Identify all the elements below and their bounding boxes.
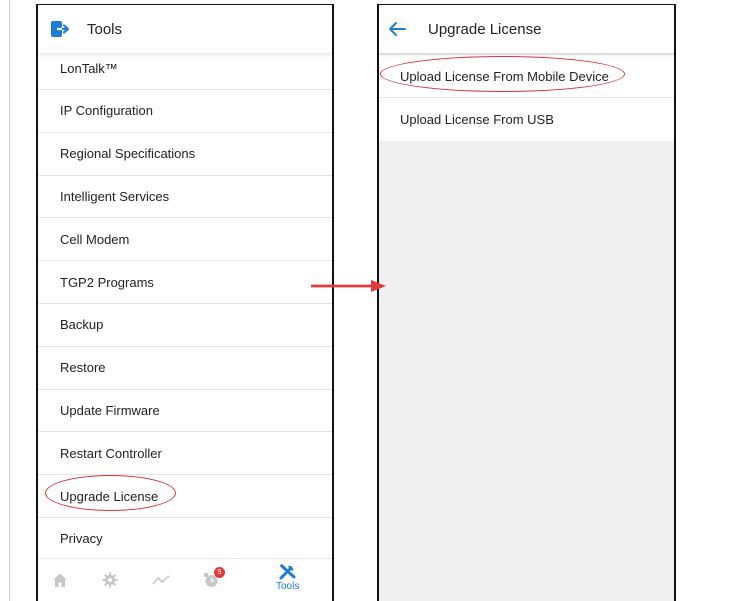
menu-item-restart-controller[interactable]: Restart Controller <box>38 432 332 476</box>
menu-item-privacy[interactable]: Privacy <box>38 517 332 561</box>
tools-header: Tools <box>38 5 332 53</box>
menu-item-backup[interactable]: Backup <box>38 303 332 347</box>
menu-item-label: Update Firmware <box>60 402 160 418</box>
page-title: Upgrade License <box>428 20 542 38</box>
exit-icon[interactable] <box>50 19 70 39</box>
tab-alarms[interactable]: 9 <box>203 567 225 588</box>
menu-item-label: Cell Modem <box>60 231 130 247</box>
gear-icon <box>102 572 118 588</box>
menu-item-intelligent-services[interactable]: Intelligent Services <box>38 175 332 219</box>
alarm-count-badge: 9 <box>214 567 225 578</box>
menu-item-ip-configuration[interactable]: IP Configuration <box>38 90 332 133</box>
bottom-tab-bar: 9 Tools <box>38 558 332 601</box>
menu-item-label: Regional Specifications <box>60 146 196 162</box>
option-label: Upload License From Mobile Device <box>400 68 609 84</box>
menu-item-label: TGP2 Programs <box>60 274 154 290</box>
tools-menu-list: LonTalk™ IP Configuration Regional Speci… <box>38 51 332 561</box>
menu-item-update-firmware[interactable]: Update Firmware <box>38 389 332 433</box>
menu-item-label: Restore <box>60 360 106 376</box>
menu-item-label: Upgrade License <box>60 488 159 504</box>
menu-item-label: Privacy <box>60 531 103 547</box>
tools-icon <box>279 564 296 580</box>
upgrade-license-screen: Upgrade License Upload License From Mobi… <box>377 4 676 601</box>
tools-screen: Tools LonTalk™ IP Configuration Regional… <box>36 4 334 601</box>
menu-item-label: Restart Controller <box>60 445 162 461</box>
menu-item-lontalk[interactable]: LonTalk™ <box>38 51 332 90</box>
menu-item-restore[interactable]: Restore <box>38 346 332 390</box>
menu-item-cell-modem[interactable]: Cell Modem <box>38 218 332 262</box>
menu-item-regional-specifications[interactable]: Regional Specifications <box>38 132 332 176</box>
option-label: Upload License From USB <box>400 112 554 127</box>
tab-tools[interactable]: Tools <box>276 564 299 592</box>
menu-item-label: Backup <box>60 317 104 333</box>
menu-item-label: LonTalk™ <box>60 61 118 76</box>
upgrade-license-header: Upgrade License <box>379 5 674 53</box>
trend-icon <box>152 575 170 585</box>
option-upload-from-usb[interactable]: Upload License From USB <box>379 98 674 141</box>
menu-item-tgp2-programs[interactable]: TGP2 Programs <box>38 261 332 304</box>
tab-settings[interactable] <box>102 572 118 588</box>
page-left-rule <box>9 0 10 601</box>
tab-trends[interactable] <box>152 574 170 586</box>
flow-arrow-icon <box>311 280 386 292</box>
tab-home[interactable] <box>52 572 68 588</box>
menu-item-upgrade-license[interactable]: Upgrade License <box>38 475 332 518</box>
page-title: Tools <box>87 20 123 38</box>
menu-item-label: Intelligent Services <box>60 188 170 204</box>
upgrade-options-list: Upload License From Mobile Device Upload… <box>379 55 674 141</box>
menu-item-label: IP Configuration <box>60 103 153 119</box>
tab-tools-label: Tools <box>276 581 300 592</box>
home-icon <box>53 573 67 587</box>
option-upload-from-mobile[interactable]: Upload License From Mobile Device <box>379 55 674 98</box>
back-arrow-icon[interactable] <box>388 19 408 39</box>
